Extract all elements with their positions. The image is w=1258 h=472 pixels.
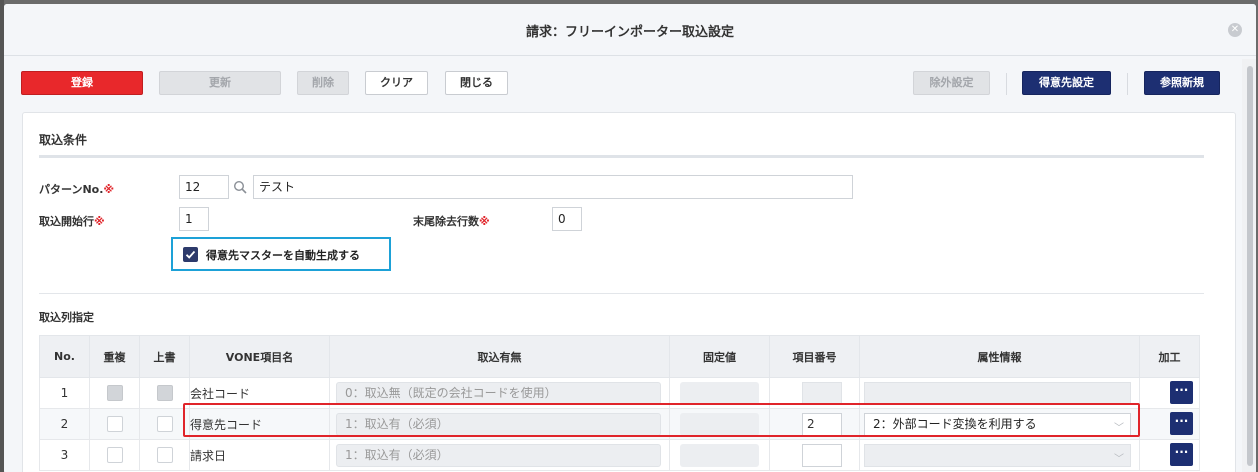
import-settings-dialog: 請求：フリーインポーター取込設定 ✕ 登録 更新 削除 クリア 閉じる 除外設定… [4, 4, 1256, 472]
import-flag-select: 1：取込有（必須） [336, 413, 661, 436]
close-icon[interactable]: ✕ [1228, 23, 1242, 37]
auto-create-customer-option[interactable]: 得意先マスターを自動生成する [171, 237, 391, 271]
required-mark: ※ [479, 215, 490, 228]
duplicate-checkbox[interactable] [106, 416, 123, 432]
dialog-titlebar: 請求：フリーインポーター取込設定 ✕ [4, 4, 1256, 56]
trailing-rows-label: 末尾除去行数※ [413, 215, 490, 228]
attribute-select [864, 382, 1131, 405]
import-flag-select: 1：取込有（必須） [336, 444, 661, 467]
delete-button[interactable]: 削除 [297, 71, 349, 95]
vone-item-name: 会社コード [189, 377, 330, 409]
exclusion-settings-button[interactable]: 除外設定 [913, 71, 990, 95]
process-button[interactable]: ··· [1170, 381, 1193, 404]
table-row: 1 会社コード 0：取込無（既定の会社コードを使用） ··· [39, 377, 1200, 409]
vone-item-name: 請求日 [189, 439, 330, 471]
attribute-select-value: 2：外部コード変換を利用する [873, 417, 1037, 431]
reference-new-button[interactable]: 参照新規 [1144, 71, 1220, 95]
col-header-duplicate: 重複 [89, 335, 140, 378]
fixed-value-input [680, 444, 759, 467]
col-header-process: 加工 [1139, 335, 1200, 378]
table-header-row: No. 重複 上書 VONE項目名 取込有無 固定値 項目番号 属性情報 加工 [39, 335, 1200, 378]
dialog-title: 請求：フリーインポーター取込設定 [525, 25, 734, 40]
customer-settings-button[interactable]: 得意先設定 [1022, 71, 1111, 95]
check-icon [185, 250, 196, 259]
import-flag-select: 0：取込無（既定の会社コードを使用） [336, 382, 661, 405]
pattern-no-input[interactable]: 12 [179, 175, 229, 199]
process-button[interactable]: ··· [1170, 412, 1193, 435]
process-button[interactable]: ··· [1170, 443, 1193, 466]
row-no: 1 [39, 377, 90, 409]
content-panel: 取込条件 パターンNo.※ 12 テスト 取込開始行※ 1 末尾除去行数※ 0 … [22, 112, 1236, 472]
column-spec-title: 取込列指定 [39, 311, 94, 324]
vone-item-name: 得意先コード [189, 408, 330, 440]
toolbar-divider [1127, 73, 1128, 95]
toolbar-divider [1006, 73, 1007, 95]
col-header-fixed-value: 固定値 [669, 335, 770, 378]
overwrite-checkbox [156, 385, 173, 401]
fixed-value-input [680, 413, 759, 436]
table-row: 2 得意先コード 1：取込有（必須） 2 2：外部コード変換を利用する ﹀ ··· [39, 408, 1200, 440]
update-button[interactable]: 更新 [159, 71, 281, 95]
duplicate-checkbox [106, 385, 123, 401]
attribute-select[interactable]: ﹀ [864, 444, 1131, 467]
clear-button[interactable]: クリア [365, 71, 428, 95]
auto-create-customer-checkbox[interactable] [183, 247, 198, 262]
col-header-attribute: 属性情報 [859, 335, 1140, 378]
import-columns-table: No. 重複 上書 VONE項目名 取込有無 固定値 項目番号 属性情報 加工 … [39, 335, 1200, 471]
required-mark: ※ [103, 183, 115, 196]
import-conditions-title: 取込条件 [39, 133, 88, 147]
row-no: 2 [39, 408, 90, 440]
required-mark: ※ [94, 215, 105, 228]
overwrite-checkbox[interactable] [156, 416, 173, 432]
col-header-item-no: 項目番号 [769, 335, 860, 378]
duplicate-checkbox[interactable] [106, 447, 123, 463]
toolbar: 登録 更新 削除 クリア 閉じる 除外設定 得意先設定 参照新規 [4, 71, 1256, 97]
col-header-import-flag: 取込有無 [329, 335, 670, 378]
chevron-down-icon: ﹀ [1114, 423, 1124, 434]
item-no-input[interactable] [802, 444, 842, 467]
row-no: 3 [39, 439, 90, 471]
section-divider [39, 155, 1204, 158]
pattern-no-label: パターンNo.※ [39, 183, 115, 196]
fixed-value-input [680, 382, 759, 405]
register-button[interactable]: 登録 [21, 71, 143, 95]
pattern-name-input[interactable]: テスト [253, 175, 853, 199]
chevron-down-icon: ﹀ [1114, 454, 1124, 465]
col-header-no: No. [39, 335, 90, 378]
start-row-input[interactable]: 1 [179, 207, 209, 231]
auto-create-customer-label: 得意先マスターを自動生成する [206, 249, 360, 262]
col-header-vone-item: VONE項目名 [189, 335, 330, 378]
close-button[interactable]: 閉じる [445, 71, 508, 95]
item-no-input [802, 382, 842, 405]
section-divider [39, 293, 1204, 294]
table-row: 3 請求日 1：取込有（必須） ﹀ ··· [39, 439, 1200, 471]
item-no-input[interactable]: 2 [802, 413, 842, 436]
col-header-overwrite: 上書 [139, 335, 190, 378]
search-icon[interactable] [233, 180, 247, 194]
start-row-label: 取込開始行※ [39, 215, 105, 228]
overwrite-checkbox[interactable] [156, 447, 173, 463]
scrollbar-thumb[interactable] [1247, 66, 1253, 466]
trailing-rows-input[interactable]: 0 [552, 207, 582, 231]
attribute-select[interactable]: 2：外部コード変換を利用する ﹀ [864, 413, 1131, 436]
